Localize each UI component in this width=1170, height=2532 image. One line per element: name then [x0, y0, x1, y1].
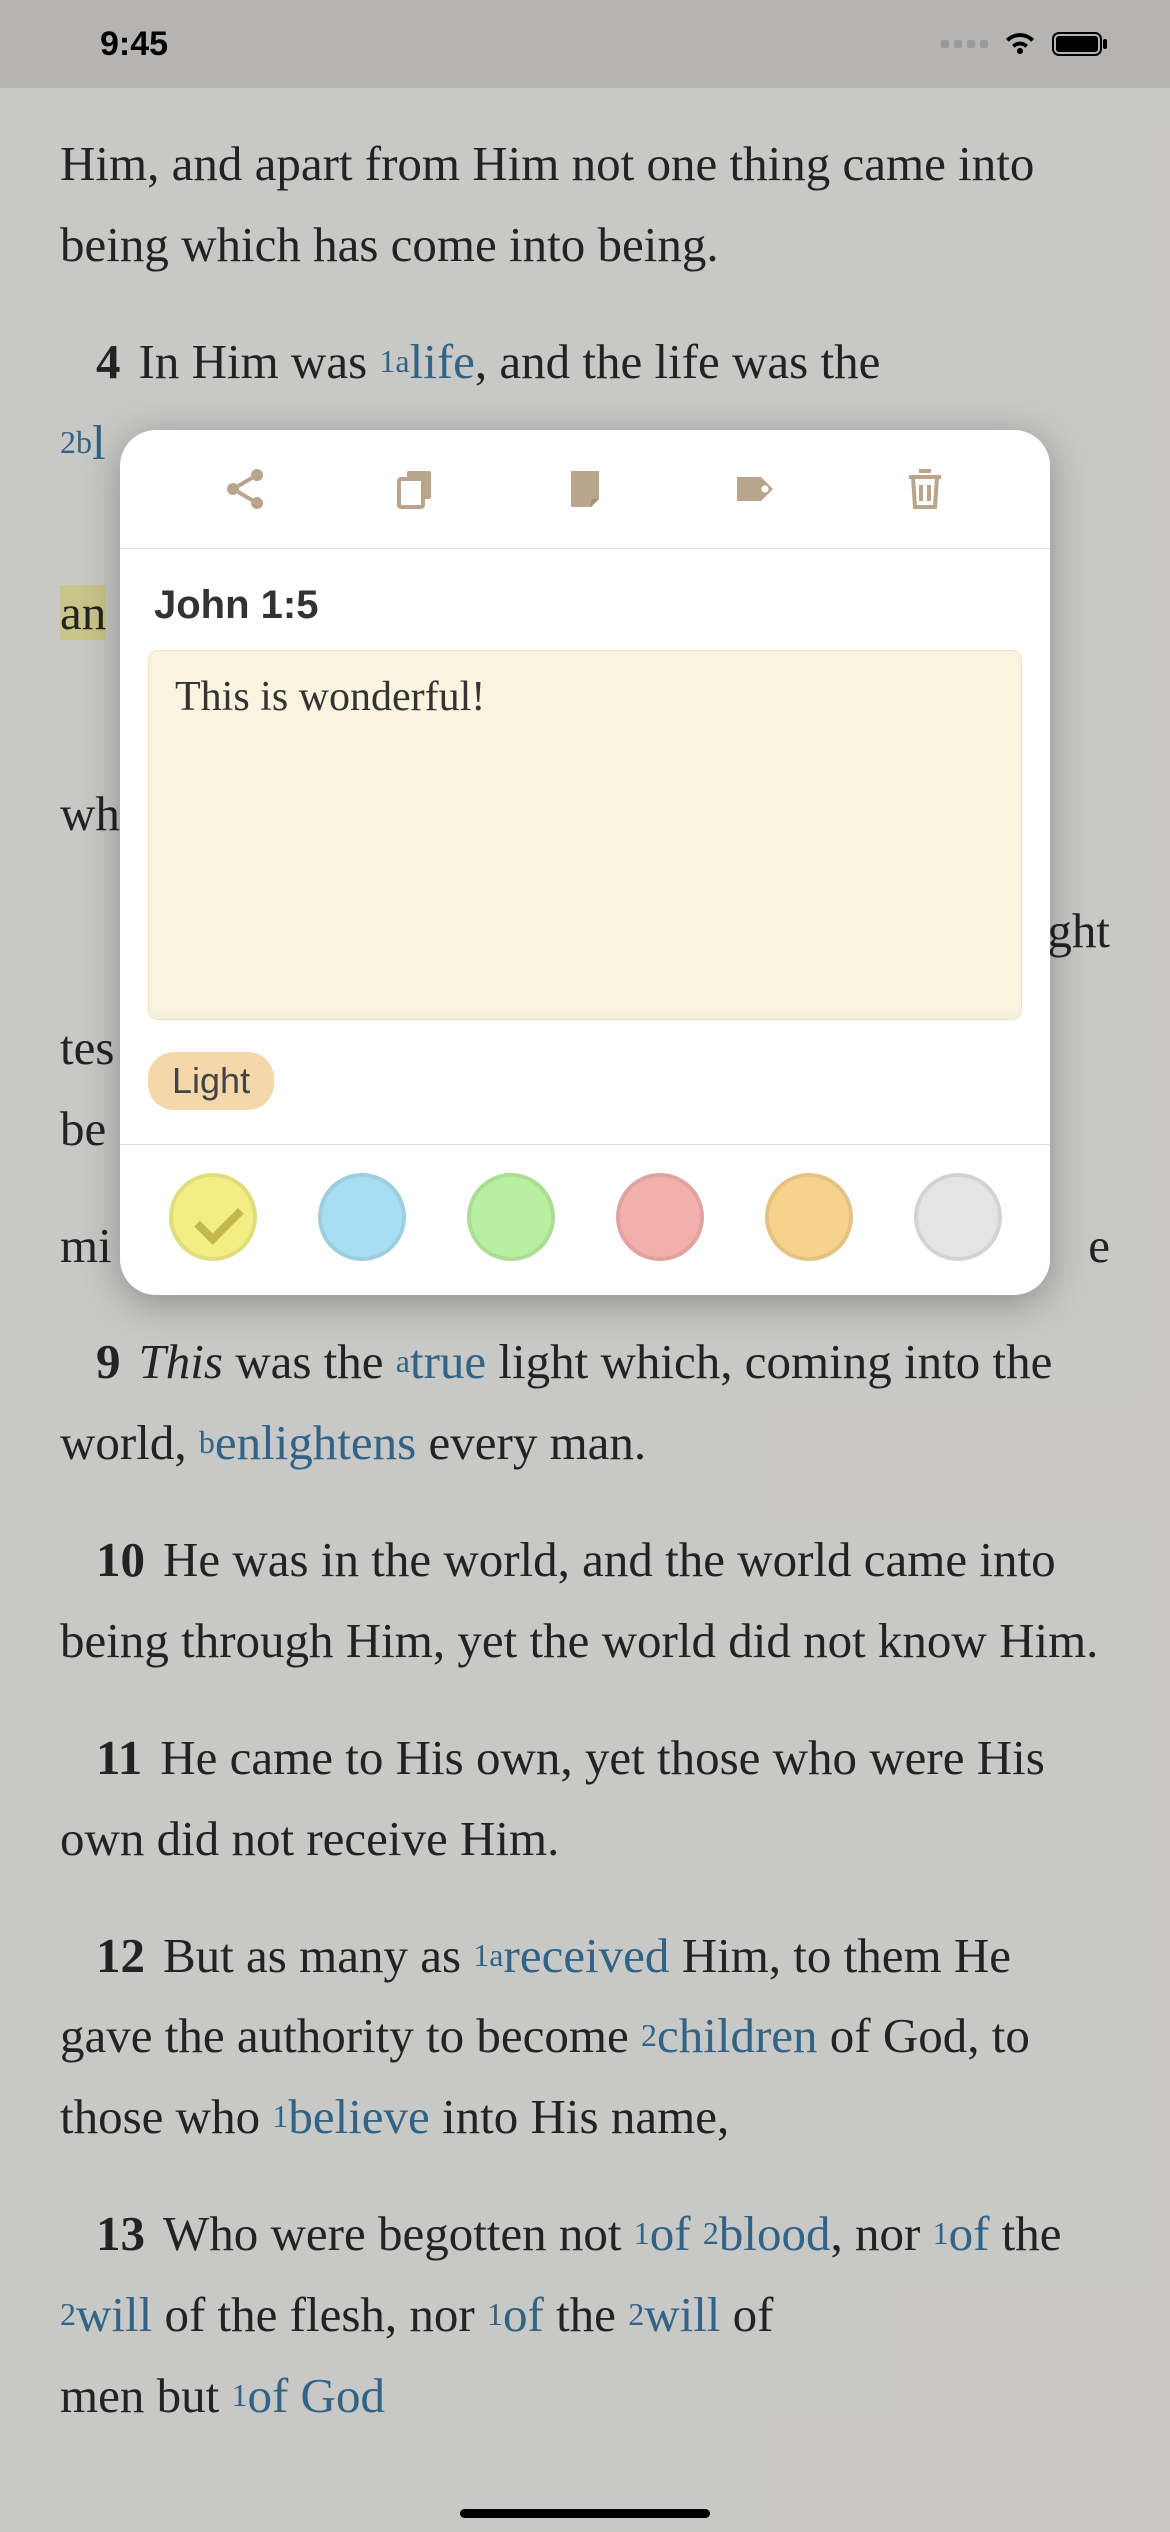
highlight-colors-row — [120, 1144, 1050, 1295]
note-popup: John 1:5 This is wonderful! Light — [120, 430, 1050, 1295]
color-swatch-red[interactable] — [616, 1173, 704, 1261]
copy-button[interactable] — [380, 454, 450, 524]
color-swatch-blue[interactable] — [318, 1173, 406, 1261]
note-tag-chip[interactable]: Light — [148, 1052, 274, 1110]
note-verse-reference: John 1:5 — [154, 583, 1022, 628]
color-swatch-green[interactable] — [467, 1173, 555, 1261]
home-indicator[interactable] — [460, 2509, 710, 2518]
note-tags-row: Light — [148, 1052, 1022, 1110]
popup-body: John 1:5 This is wonderful! Light — [120, 549, 1050, 1144]
share-button[interactable] — [210, 454, 280, 524]
color-swatch-yellow[interactable] — [169, 1173, 257, 1261]
note-button[interactable] — [550, 454, 620, 524]
color-swatch-gray[interactable] — [914, 1173, 1002, 1261]
color-swatch-orange[interactable] — [765, 1173, 853, 1261]
delete-button[interactable] — [890, 454, 960, 524]
tag-button[interactable] — [720, 454, 790, 524]
popup-toolbar — [120, 430, 1050, 549]
note-text-input[interactable]: This is wonderful! — [148, 650, 1022, 1020]
